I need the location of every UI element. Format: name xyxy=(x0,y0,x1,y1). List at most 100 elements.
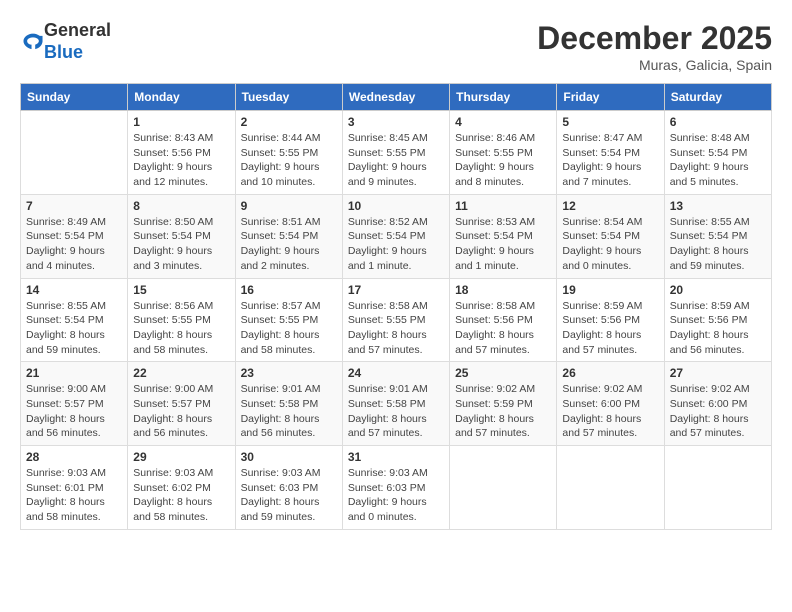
day-info: Sunrise: 9:03 AMSunset: 6:01 PMDaylight:… xyxy=(26,466,122,525)
day-number: 5 xyxy=(562,115,658,129)
day-info: Sunrise: 8:50 AMSunset: 5:54 PMDaylight:… xyxy=(133,215,229,274)
day-number: 11 xyxy=(455,199,551,213)
day-info: Sunrise: 9:02 AMSunset: 5:59 PMDaylight:… xyxy=(455,382,551,441)
day-info: Sunrise: 8:59 AMSunset: 5:56 PMDaylight:… xyxy=(670,299,766,358)
day-cell: 14 Sunrise: 8:55 AMSunset: 5:54 PMDayligh… xyxy=(21,278,128,362)
day-cell: 6 Sunrise: 8:48 AMSunset: 5:54 PMDaylight… xyxy=(664,111,771,195)
day-number: 25 xyxy=(455,366,551,380)
day-info: Sunrise: 8:51 AMSunset: 5:54 PMDaylight:… xyxy=(241,215,337,274)
day-info: Sunrise: 9:02 AMSunset: 6:00 PMDaylight:… xyxy=(562,382,658,441)
day-info: Sunrise: 8:52 AMSunset: 5:54 PMDaylight:… xyxy=(348,215,444,274)
day-number: 31 xyxy=(348,450,444,464)
day-number: 3 xyxy=(348,115,444,129)
day-cell: 27 Sunrise: 9:02 AMSunset: 6:00 PMDayligh… xyxy=(664,362,771,446)
week-row-3: 14 Sunrise: 8:55 AMSunset: 5:54 PMDayligh… xyxy=(21,278,772,362)
day-number: 30 xyxy=(241,450,337,464)
day-info: Sunrise: 9:03 AMSunset: 6:03 PMDaylight:… xyxy=(241,466,337,525)
day-number: 23 xyxy=(241,366,337,380)
day-info: Sunrise: 8:54 AMSunset: 5:54 PMDaylight:… xyxy=(562,215,658,274)
logo: General Blue xyxy=(20,20,111,63)
day-cell: 2 Sunrise: 8:44 AMSunset: 5:55 PMDaylight… xyxy=(235,111,342,195)
day-number: 21 xyxy=(26,366,122,380)
day-info: Sunrise: 8:55 AMSunset: 5:54 PMDaylight:… xyxy=(26,299,122,358)
column-header-wednesday: Wednesday xyxy=(342,84,449,111)
day-cell xyxy=(450,446,557,530)
column-header-tuesday: Tuesday xyxy=(235,84,342,111)
column-header-thursday: Thursday xyxy=(450,84,557,111)
day-cell: 18 Sunrise: 8:58 AMSunset: 5:56 PMDayligh… xyxy=(450,278,557,362)
day-cell: 7 Sunrise: 8:49 AMSunset: 5:54 PMDaylight… xyxy=(21,194,128,278)
day-number: 12 xyxy=(562,199,658,213)
week-row-2: 7 Sunrise: 8:49 AMSunset: 5:54 PMDaylight… xyxy=(21,194,772,278)
day-number: 9 xyxy=(241,199,337,213)
column-header-saturday: Saturday xyxy=(664,84,771,111)
week-row-5: 28 Sunrise: 9:03 AMSunset: 6:01 PMDayligh… xyxy=(21,446,772,530)
day-number: 26 xyxy=(562,366,658,380)
day-number: 18 xyxy=(455,283,551,297)
day-cell: 5Sunrise: 8:47 AMSunset: 5:54 PMDaylight… xyxy=(557,111,664,195)
day-cell xyxy=(664,446,771,530)
month-title: December 2025 xyxy=(537,20,772,57)
day-cell: 19Sunrise: 8:59 AMSunset: 5:56 PMDayligh… xyxy=(557,278,664,362)
day-number: 8 xyxy=(133,199,229,213)
day-cell: 3Sunrise: 8:45 AMSunset: 5:55 PMDaylight… xyxy=(342,111,449,195)
day-number: 28 xyxy=(26,450,122,464)
day-cell xyxy=(557,446,664,530)
column-header-monday: Monday xyxy=(128,84,235,111)
day-info: Sunrise: 8:44 AMSunset: 5:55 PMDaylight:… xyxy=(241,131,337,190)
day-cell: 31Sunrise: 9:03 AMSunset: 6:03 PMDayligh… xyxy=(342,446,449,530)
day-cell: 15 Sunrise: 8:56 AMSunset: 5:55 PMDayligh… xyxy=(128,278,235,362)
day-cell: 12 Sunrise: 8:54 AMSunset: 5:54 PMDayligh… xyxy=(557,194,664,278)
day-number: 7 xyxy=(26,199,122,213)
day-cell: 20 Sunrise: 8:59 AMSunset: 5:56 PMDayligh… xyxy=(664,278,771,362)
day-info: Sunrise: 9:02 AMSunset: 6:00 PMDaylight:… xyxy=(670,382,766,441)
day-number: 17 xyxy=(348,283,444,297)
day-number: 16 xyxy=(241,283,337,297)
day-cell: 9 Sunrise: 8:51 AMSunset: 5:54 PMDaylight… xyxy=(235,194,342,278)
day-cell: 23Sunrise: 9:01 AMSunset: 5:58 PMDayligh… xyxy=(235,362,342,446)
day-number: 24 xyxy=(348,366,444,380)
day-info: Sunrise: 9:00 AMSunset: 5:57 PMDaylight:… xyxy=(133,382,229,441)
day-info: Sunrise: 8:56 AMSunset: 5:55 PMDaylight:… xyxy=(133,299,229,358)
day-number: 20 xyxy=(670,283,766,297)
day-info: Sunrise: 8:57 AMSunset: 5:55 PMDaylight:… xyxy=(241,299,337,358)
week-row-4: 21 Sunrise: 9:00 AMSunset: 5:57 PMDayligh… xyxy=(21,362,772,446)
day-info: Sunrise: 9:00 AMSunset: 5:57 PMDaylight:… xyxy=(26,382,122,441)
day-cell: 10 Sunrise: 8:52 AMSunset: 5:54 PMDayligh… xyxy=(342,194,449,278)
location: Muras, Galicia, Spain xyxy=(537,57,772,73)
day-number: 6 xyxy=(670,115,766,129)
logo-icon xyxy=(22,30,44,52)
day-info: Sunrise: 8:49 AMSunset: 5:54 PMDaylight:… xyxy=(26,215,122,274)
day-info: Sunrise: 8:58 AMSunset: 5:56 PMDaylight:… xyxy=(455,299,551,358)
day-number: 4 xyxy=(455,115,551,129)
logo-general-text: General xyxy=(44,20,111,40)
day-number: 19 xyxy=(562,283,658,297)
day-info: Sunrise: 8:48 AMSunset: 5:54 PMDaylight:… xyxy=(670,131,766,190)
day-cell: 25 Sunrise: 9:02 AMSunset: 5:59 PMDayligh… xyxy=(450,362,557,446)
day-number: 29 xyxy=(133,450,229,464)
page-header: General Blue December 2025 Muras, Galici… xyxy=(20,20,772,73)
day-cell: 28 Sunrise: 9:03 AMSunset: 6:01 PMDayligh… xyxy=(21,446,128,530)
logo-blue-text: Blue xyxy=(44,42,83,62)
day-number: 14 xyxy=(26,283,122,297)
calendar-table: SundayMondayTuesdayWednesdayThursdayFrid… xyxy=(20,83,772,530)
column-header-friday: Friday xyxy=(557,84,664,111)
day-info: Sunrise: 8:58 AMSunset: 5:55 PMDaylight:… xyxy=(348,299,444,358)
day-number: 27 xyxy=(670,366,766,380)
day-cell: 16 Sunrise: 8:57 AMSunset: 5:55 PMDayligh… xyxy=(235,278,342,362)
day-cell: 17 Sunrise: 8:58 AMSunset: 5:55 PMDayligh… xyxy=(342,278,449,362)
day-number: 15 xyxy=(133,283,229,297)
day-cell: 24 Sunrise: 9:01 AMSunset: 5:58 PMDayligh… xyxy=(342,362,449,446)
day-info: Sunrise: 8:43 AMSunset: 5:56 PMDaylight:… xyxy=(133,131,229,190)
day-info: Sunrise: 9:01 AMSunset: 5:58 PMDaylight:… xyxy=(348,382,444,441)
column-headers: SundayMondayTuesdayWednesdayThursdayFrid… xyxy=(21,84,772,111)
day-cell: 1Sunrise: 8:43 AMSunset: 5:56 PMDaylight… xyxy=(128,111,235,195)
day-number: 2 xyxy=(241,115,337,129)
day-cell: 30 Sunrise: 9:03 AMSunset: 6:03 PMDayligh… xyxy=(235,446,342,530)
day-cell: 4 Sunrise: 8:46 AMSunset: 5:55 PMDaylight… xyxy=(450,111,557,195)
day-info: Sunrise: 9:03 AMSunset: 6:02 PMDaylight:… xyxy=(133,466,229,525)
day-number: 10 xyxy=(348,199,444,213)
day-cell: 11Sunrise: 8:53 AMSunset: 5:54 PMDayligh… xyxy=(450,194,557,278)
day-info: Sunrise: 8:46 AMSunset: 5:55 PMDaylight:… xyxy=(455,131,551,190)
title-block: December 2025 Muras, Galicia, Spain xyxy=(537,20,772,73)
